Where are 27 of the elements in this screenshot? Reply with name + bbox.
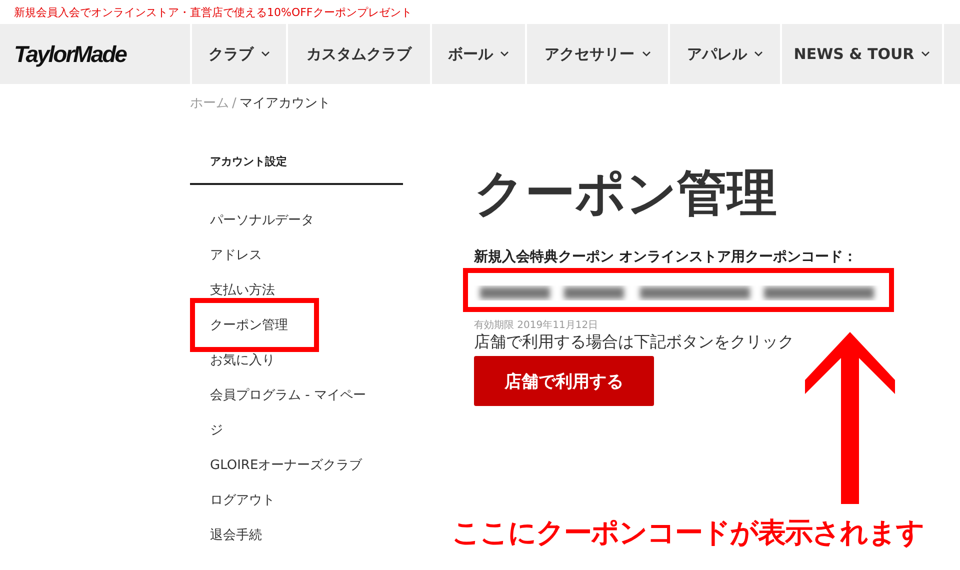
sidebar-item[interactable]: お気に入り	[210, 343, 370, 378]
breadcrumb-link[interactable]: マイアカウント	[239, 94, 330, 112]
sidebar-item[interactable]: 支払い方法	[210, 273, 370, 308]
expiry-date: 有効期限 2019年11月12日	[474, 318, 598, 332]
sidebar-item[interactable]: ログアウト	[210, 483, 370, 518]
logo[interactable]: TaylorMade	[14, 40, 126, 68]
sidebar-heading: アカウント設定	[190, 154, 403, 185]
up-arrow-icon	[803, 330, 897, 506]
sidebar-item[interactable]: 会員プログラム - マイページ	[210, 378, 370, 448]
nav-item[interactable]: ボール	[430, 24, 525, 84]
use-in-store-button[interactable]: 店舗で利用する	[474, 356, 654, 406]
instruction-text: 店舗で利用する場合は下記ボタンをクリック	[474, 332, 794, 353]
nav-item[interactable]: クラブ	[190, 24, 286, 84]
coupon-label: 新規入会特典クーポン オンラインストア用クーポンコード：	[474, 248, 857, 266]
sidebar-item[interactable]: アドレス	[210, 238, 370, 273]
nav-item[interactable]: アパレル	[668, 24, 780, 84]
annotation-caption: ここにクーポンコードが表示されます	[452, 515, 924, 551]
breadcrumb-separator: /	[232, 96, 236, 110]
promo-banner[interactable]: 新規会員入会でオンラインストア・直営店で使える10%OFFクーポンプレゼント	[0, 0, 960, 24]
nav-item[interactable]: アクセサリー	[525, 24, 668, 84]
sidebar-item[interactable]: GLOIREオーナーズクラブ	[210, 448, 370, 483]
sidebar-item[interactable]: 退会手続	[210, 518, 370, 553]
nav-item[interactable]: NEWS & TOUR	[780, 24, 942, 84]
page-title: クーポン管理	[474, 163, 777, 223]
sidebar-item[interactable]: クーポン管理	[210, 308, 370, 343]
sidebar-item[interactable]: パーソナルデータ	[210, 203, 370, 238]
nav-item[interactable]: カスタムクラブ	[286, 24, 430, 84]
